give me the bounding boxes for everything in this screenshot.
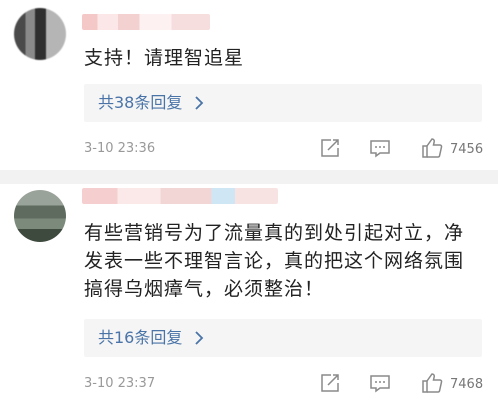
like-count: 7468 <box>450 377 484 392</box>
comment-icon[interactable] <box>368 371 392 395</box>
comment-text-line: 有些营销号为了流量真的到处引起对立，净 <box>84 222 465 244</box>
comment-meta: 3-10 23:37 7468 <box>0 371 498 397</box>
chevron-right-icon <box>194 329 204 347</box>
like-count: 7456 <box>450 142 484 157</box>
thumbs-up-icon[interactable] <box>420 371 444 395</box>
share-icon[interactable] <box>318 136 342 160</box>
avatar[interactable] <box>14 190 66 242</box>
reply-count-label[interactable]: 共38条回复 <box>98 93 182 113</box>
thumbs-up-icon[interactable] <box>420 136 444 160</box>
comment-icon[interactable] <box>368 136 392 160</box>
view-replies-button[interactable]: 共16条回复 <box>84 319 482 357</box>
comment-item: 支持！请理智追星 共38条回复 3-10 23:36 7456 <box>0 0 498 170</box>
chevron-right-icon <box>194 94 204 112</box>
comment-text: 支持！请理智追星 <box>84 47 245 69</box>
divider <box>0 170 498 184</box>
comment-text-line: 发表一些不理智言论，真的把这个网络氛围 <box>84 250 465 272</box>
username-blurred[interactable] <box>82 188 278 204</box>
username-blurred[interactable] <box>82 14 210 30</box>
comment-time: 3-10 23:37 <box>84 376 156 391</box>
view-replies-button[interactable]: 共38条回复 <box>84 84 482 122</box>
comment-time: 3-10 23:36 <box>84 141 156 156</box>
share-icon[interactable] <box>318 371 342 395</box>
comment-meta: 3-10 23:36 7456 <box>0 136 498 162</box>
comment-text: 有些营销号为了流量真的到处引起对立，净 发表一些不理智言论，真的把这个网络氛围 … <box>84 219 484 303</box>
comment-text-line: 搞得乌烟瘴气，必须整治！ <box>84 278 325 300</box>
reply-count-label[interactable]: 共16条回复 <box>98 328 182 348</box>
avatar[interactable] <box>14 8 66 60</box>
